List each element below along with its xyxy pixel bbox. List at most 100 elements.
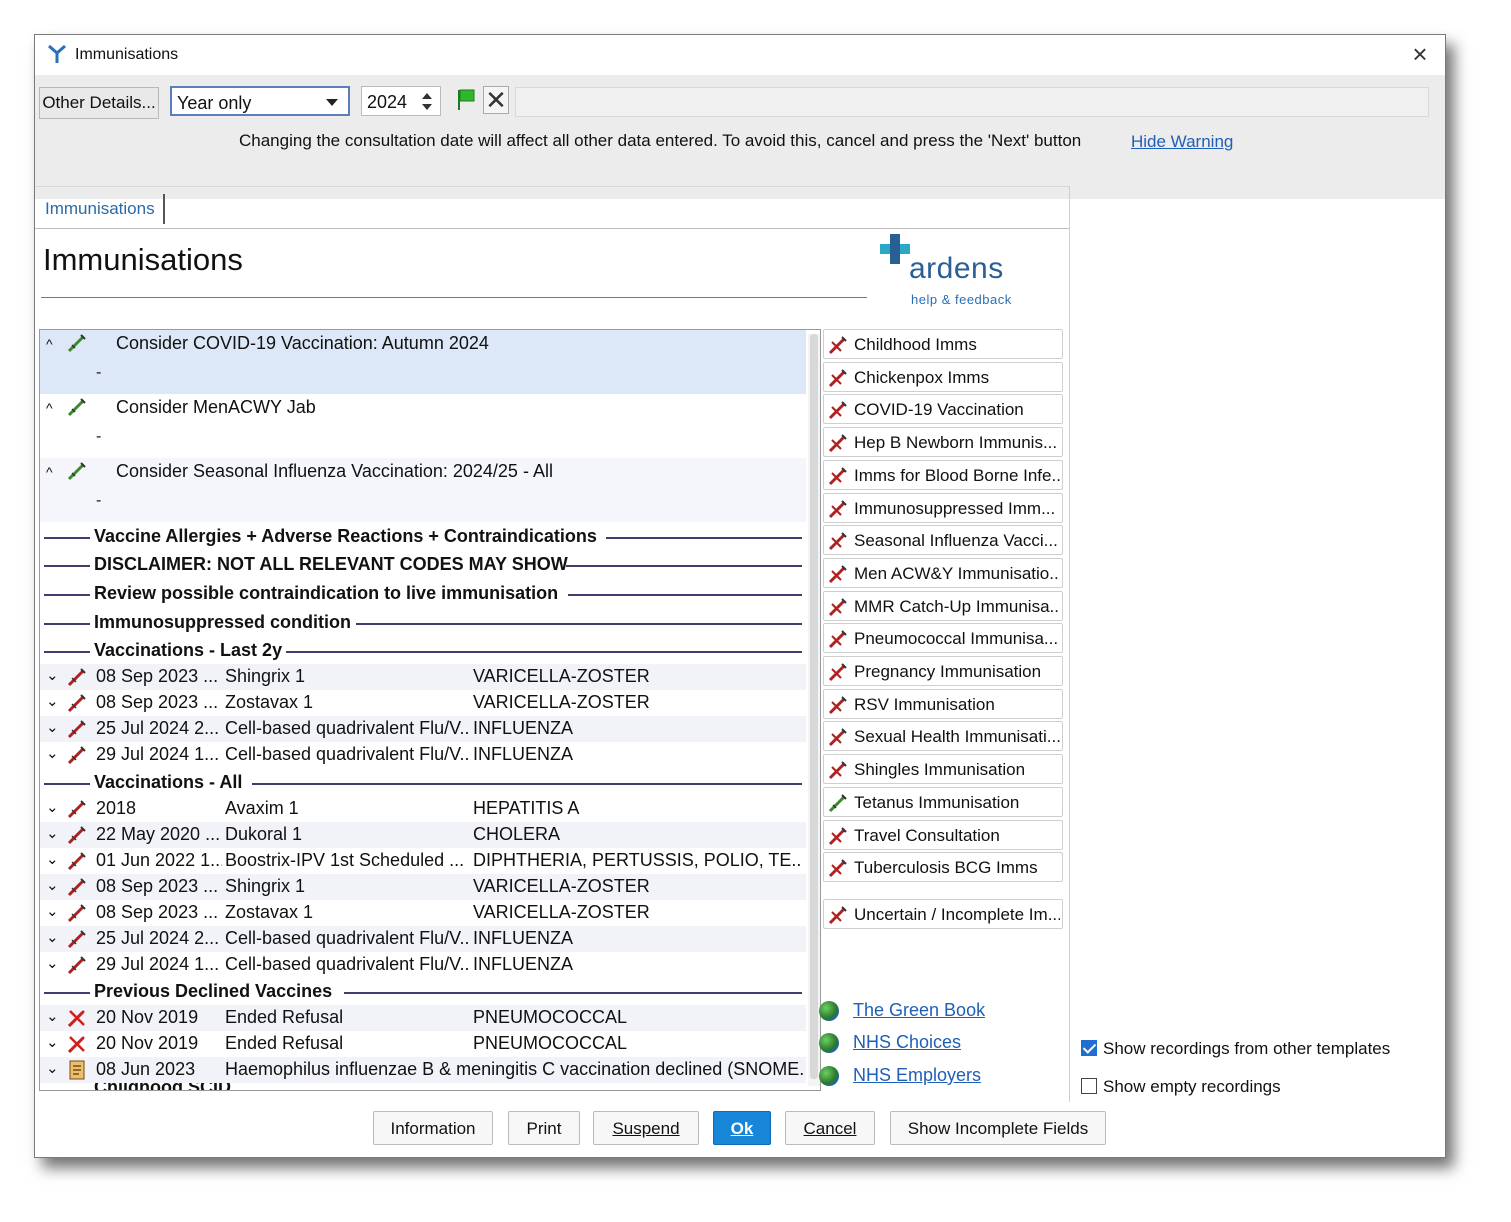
template-button[interactable]: Men ACW&Y Immunisatio... bbox=[823, 557, 1063, 588]
syringe-red-icon bbox=[827, 596, 849, 618]
year-spinner[interactable]: 2024 bbox=[361, 86, 441, 116]
template-button[interactable]: RSV Immunisation bbox=[823, 688, 1063, 719]
template-button[interactable]: Imms for Blood Borne Infe... bbox=[823, 459, 1063, 490]
row-vaccine: Ended Refusal bbox=[225, 1033, 344, 1053]
consider-influenza-value[interactable]: - bbox=[96, 492, 101, 510]
nhs-choices-link[interactable]: NHS Choices bbox=[853, 1032, 961, 1053]
chevron-down-icon[interactable]: ⌄ bbox=[46, 876, 59, 894]
flag-icon[interactable] bbox=[455, 87, 477, 113]
chevron-down-icon[interactable]: ⌄ bbox=[46, 824, 59, 842]
chevron-down-icon[interactable]: ⌄ bbox=[46, 954, 59, 972]
template-button[interactable]: MMR Catch-Up Immunisa... bbox=[823, 590, 1063, 621]
show-incomplete-fields-button[interactable]: Show Incomplete Fields bbox=[890, 1111, 1106, 1145]
green-book-link[interactable]: The Green Book bbox=[853, 1000, 985, 1021]
checkbox-unchecked[interactable] bbox=[1081, 1078, 1097, 1094]
chevron-down-icon[interactable]: ⌄ bbox=[46, 692, 59, 710]
vaccination-row[interactable]: ⌄ 08 Sep 2023 ... Shingrix 1 VARICELLA-ZOST… bbox=[40, 874, 806, 900]
chevron-down-icon[interactable]: ⌄ bbox=[46, 1059, 59, 1077]
template-button[interactable]: Pneumococcal Immunisa... bbox=[823, 623, 1063, 654]
template-button[interactable]: Pregnancy Immunisation bbox=[823, 656, 1063, 686]
date-mode-select[interactable]: Year only bbox=[170, 86, 350, 116]
vaccination-row[interactable]: ⌄ 29 Jul 2024 1... Cell-based quadrivalent… bbox=[40, 742, 806, 768]
close-icon[interactable]: × bbox=[1407, 41, 1433, 67]
consider-covid-row[interactable]: ^ Consider COVID-19 Vaccination: Autumn … bbox=[40, 330, 806, 394]
row-vaccine: Zostavax 1 bbox=[225, 692, 314, 712]
chevron-down-icon[interactable]: ⌄ bbox=[46, 798, 59, 816]
spin-down-icon[interactable] bbox=[422, 104, 432, 110]
row-category: INFLUENZA bbox=[473, 954, 574, 974]
template-button[interactable]: Travel Consultation bbox=[823, 819, 1063, 850]
uncertain-incomplete-button[interactable]: Uncertain / Incomplete Im... bbox=[823, 899, 1063, 929]
vaccination-row[interactable]: ⌄ 25 Jul 2024 2... Cell-based quadrivalent… bbox=[40, 926, 806, 952]
vaccination-row[interactable]: ⌄ 25 Jul 2024 2... Cell-based quadrivalent… bbox=[40, 716, 806, 742]
spin-up-icon[interactable] bbox=[422, 93, 432, 99]
vaccination-row[interactable]: ⌄ 08 Jun 2023 Haemophilus influenzae B & m… bbox=[40, 1057, 806, 1083]
vaccination-row[interactable]: ⌄ 01 Jun 2022 1... Boostrix-IPV 1st Schedu… bbox=[40, 848, 806, 874]
consider-menacwy-row[interactable]: ^ Consider MenACWY Jab - bbox=[40, 394, 806, 458]
chevron-up-icon[interactable]: ^ bbox=[46, 336, 53, 352]
template-button[interactable]: Seasonal Influenza Vacci... bbox=[823, 525, 1063, 556]
template-button[interactable]: Immunosuppressed Imm... bbox=[823, 492, 1063, 523]
vaccination-row[interactable]: ⌄ 22 May 2020 ... Dukoral 1 CHOLERA bbox=[40, 822, 806, 848]
vaccination-row[interactable]: ⌄ 20 Nov 2019 Ended Refusal PNEUMOCOCCAL bbox=[40, 1031, 806, 1057]
ok-button[interactable]: Ok bbox=[713, 1111, 771, 1145]
template-button[interactable]: Shingles Immunisation bbox=[823, 754, 1063, 785]
chevron-down-icon[interactable]: ⌄ bbox=[46, 718, 59, 736]
row-vaccine: Boostrix-IPV 1st Scheduled ... bbox=[225, 850, 465, 870]
nhs-employers-link[interactable]: NHS Employers bbox=[853, 1065, 981, 1086]
template-button[interactable]: COVID-19 Vaccination bbox=[823, 394, 1063, 425]
vaccination-row[interactable]: ⌄ 08 Sep 2023 ... Shingrix 1 VARICELLA-ZOST… bbox=[40, 664, 806, 690]
consider-covid-value[interactable]: - bbox=[96, 364, 101, 382]
template-button-label: Tetanus Immunisation bbox=[854, 792, 1020, 812]
syringe-icon bbox=[66, 798, 88, 820]
print-button[interactable]: Print bbox=[508, 1111, 580, 1145]
vaccination-row[interactable]: ⌄ 2018 Avaxim 1 HEPATITIS A bbox=[40, 796, 806, 822]
information-button[interactable]: Information bbox=[373, 1111, 493, 1145]
consultation-field[interactable] bbox=[515, 87, 1429, 117]
syringe-icon bbox=[66, 928, 88, 950]
checkbox-checked[interactable] bbox=[1081, 1040, 1097, 1056]
show-other-templates-checkbox[interactable]: Show recordings from other templates bbox=[1081, 1038, 1390, 1060]
template-button[interactable]: Childhood Imms bbox=[823, 329, 1063, 359]
vaccination-row[interactable]: ⌄ 29 Jul 2024 1... Cell-based quadrivalent… bbox=[40, 952, 806, 978]
template-button-label: COVID-19 Vaccination bbox=[854, 400, 1024, 420]
chevron-up-icon[interactable]: ^ bbox=[46, 400, 53, 416]
vaccination-row[interactable]: ⌄ 08 Sep 2023 ... Zostavax 1 VARICELLA-ZOST… bbox=[40, 900, 806, 926]
chevron-down-icon[interactable]: ⌄ bbox=[46, 1007, 59, 1025]
recordings-list[interactable]: ^ Consider COVID-19 Vaccination: Autumn … bbox=[39, 329, 821, 1091]
scrollbar-thumb[interactable] bbox=[810, 334, 818, 1079]
vaccination-row[interactable]: ⌄ 20 Nov 2019 Ended Refusal PNEUMOCOCCAL bbox=[40, 1005, 806, 1031]
template-button[interactable]: Sexual Health Immunisati... bbox=[823, 721, 1063, 752]
suspend-button[interactable]: Suspend bbox=[593, 1111, 699, 1145]
show-other-templates-label: Show recordings from other templates bbox=[1103, 1039, 1391, 1058]
help-feedback-link[interactable]: help & feedback bbox=[911, 292, 1012, 307]
chevron-down-icon[interactable]: ⌄ bbox=[46, 1033, 59, 1051]
other-details-button[interactable]: Other Details... bbox=[39, 87, 159, 119]
cancel-button[interactable]: Cancel bbox=[785, 1111, 875, 1145]
template-button[interactable]: Hep B Newborn Immunis... bbox=[823, 427, 1063, 458]
syringe-icon bbox=[66, 692, 88, 714]
vertical-scrollbar[interactable] bbox=[808, 334, 820, 1086]
syringe-red-icon bbox=[827, 465, 849, 487]
vaccination-row[interactable]: ⌄ 08 Sep 2023 ... Zostavax 1 VARICELLA-ZOST… bbox=[40, 690, 806, 716]
hide-warning-link[interactable]: Hide Warning bbox=[1131, 132, 1233, 152]
row-vaccine: Shingrix 1 bbox=[225, 876, 306, 896]
row-vaccine: Cell-based quadrivalent Flu/V... bbox=[225, 744, 469, 764]
section-title: Immunosuppressed condition bbox=[94, 612, 358, 633]
chevron-down-icon[interactable]: ⌄ bbox=[46, 666, 59, 684]
template-button[interactable]: Chickenpox Imms bbox=[823, 361, 1063, 392]
template-button-label: Pneumococcal Immunisa... bbox=[854, 629, 1059, 649]
clear-icon[interactable]: ✕ bbox=[483, 86, 509, 114]
consider-menacwy-value[interactable]: - bbox=[96, 428, 101, 446]
consider-influenza-row[interactable]: ^ Consider Seasonal Influenza Vaccinatio… bbox=[40, 458, 806, 522]
chevron-down-icon[interactable]: ⌄ bbox=[46, 928, 59, 946]
ardens-logo-text[interactable]: ardens bbox=[909, 252, 1004, 286]
tab-immunisations[interactable]: Immunisations bbox=[37, 194, 165, 224]
chevron-down-icon[interactable]: ⌄ bbox=[46, 744, 59, 762]
template-button[interactable]: Tuberculosis BCG Imms bbox=[823, 852, 1063, 883]
chevron-up-icon[interactable]: ^ bbox=[46, 464, 53, 480]
chevron-down-icon[interactable]: ⌄ bbox=[46, 902, 59, 920]
template-button[interactable]: Tetanus Immunisation bbox=[823, 786, 1063, 817]
chevron-down-icon[interactable]: ⌄ bbox=[46, 850, 59, 868]
show-empty-recordings-checkbox[interactable]: Show empty recordings bbox=[1081, 1076, 1281, 1098]
